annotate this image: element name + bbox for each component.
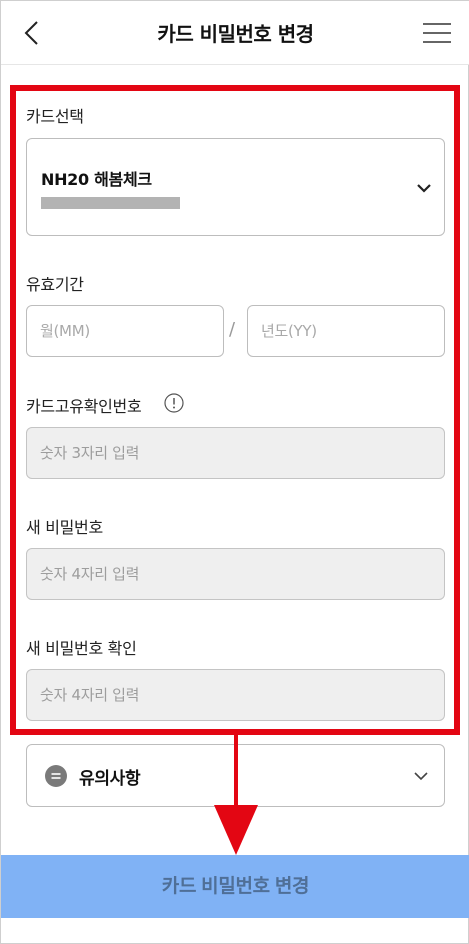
new-password-input[interactable]: 숫자 4자리 입력 xyxy=(26,548,445,600)
chevron-down-icon xyxy=(414,772,428,781)
chevron-down-icon xyxy=(417,184,431,193)
card-select-dropdown[interactable]: NH20 해봄체크 xyxy=(26,138,445,236)
cvc-input[interactable]: 숫자 3자리 입력 xyxy=(26,427,445,479)
page-title: 카드 비밀번호 변경 xyxy=(157,22,314,46)
card-select-label: 카드선택 xyxy=(26,107,84,126)
confirm-password-input[interactable]: 숫자 4자리 입력 xyxy=(26,669,445,721)
expiry-year-input[interactable]: 년도(YY) xyxy=(247,305,445,357)
confirm-password-label: 새 비밀번호 확인 xyxy=(26,639,137,658)
selected-card-name: NH20 해봄체크 xyxy=(41,170,152,189)
new-password-label: 새 비밀번호 xyxy=(26,518,103,537)
expiry-label: 유효기간 xyxy=(26,275,84,294)
notice-label: 유의사항 xyxy=(79,769,141,789)
expiry-month-input[interactable]: 월(MM) xyxy=(26,305,224,357)
app-screen: 카드 비밀번호 변경 카드선택 NH20 해봄체크 유효기간 월(MM) / 년… xyxy=(0,0,469,944)
change-password-button[interactable]: 카드 비밀번호 변경 xyxy=(1,855,469,918)
info-circle-icon[interactable] xyxy=(164,393,184,413)
expiry-separator: / xyxy=(229,319,236,340)
cvc-label: 카드고유확인번호 xyxy=(26,397,142,416)
top-app-bar: 카드 비밀번호 변경 xyxy=(1,1,469,65)
notice-circle-icon xyxy=(45,765,67,787)
annotation-arrow-icon xyxy=(214,735,258,855)
masked-card-number xyxy=(41,197,180,209)
hamburger-menu-icon[interactable] xyxy=(419,15,455,51)
